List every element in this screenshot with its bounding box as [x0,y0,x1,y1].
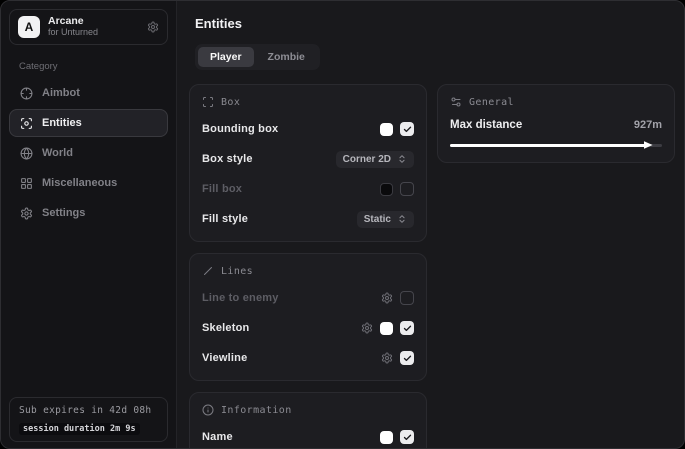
setting-row-skeleton: Skeleton [202,319,414,337]
category-label: Category [19,61,168,72]
line-to-enemy-checkbox[interactable] [400,291,414,305]
globe-icon [20,147,33,160]
scan-corners-icon [202,96,214,108]
sidebar-item-aimbot[interactable]: Aimbot [9,79,168,107]
sidebar-item-label: World [42,147,73,159]
gear-icon[interactable] [361,322,373,334]
sidebar-item-settings[interactable]: Settings [9,199,168,227]
setting-row-name: Name [202,428,414,446]
setting-row-fill-style: Fill style Static [202,210,414,228]
slider-thumb[interactable] [644,141,653,149]
grid-icon [20,177,33,190]
app-window: A Arcane for Unturned Category Aimbot [0,0,685,449]
color-swatch[interactable] [380,322,393,335]
color-swatch[interactable] [380,431,393,444]
max-distance-value: 927m [634,119,662,131]
tab-zombie[interactable]: Zombie [256,47,317,67]
info-icon [202,404,214,416]
chevrons-up-down-icon [397,154,407,164]
entity-tabs: Player Zombie [195,44,320,70]
fill-style-select[interactable]: Static [357,211,414,228]
crosshair-icon [20,87,33,100]
app-subtitle: for Unturned [48,28,139,38]
sidebar-item-label: Aimbot [42,87,80,99]
card-title: Information [221,405,292,416]
sidebar: A Arcane for Unturned Category Aimbot [1,1,177,448]
gear-icon[interactable] [381,292,393,304]
name-checkbox[interactable] [400,430,414,444]
app-logo: A [18,16,40,38]
card-title: Box [221,97,240,108]
color-swatch[interactable] [380,123,393,136]
card-title: General [469,97,514,108]
session-duration-text: session duration 2m 9s [19,423,140,435]
sidebar-item-world[interactable]: World [9,139,168,167]
scan-entity-icon [20,117,33,130]
setting-row-viewline: Viewline [202,349,414,367]
setting-row-bounding-box: Bounding box [202,120,414,138]
card-title: Lines [221,266,253,277]
setting-row-fill-box: Fill box [202,180,414,198]
lines-card: Lines Line to enemy Skeleton [189,253,427,381]
sidebar-item-label: Entities [42,117,82,129]
sidebar-item-label: Settings [42,207,85,219]
setting-row-box-style: Box style Corner 2D [202,150,414,168]
skeleton-checkbox[interactable] [400,321,414,335]
gear-icon [20,207,33,220]
setting-row-max-distance: Max distance 927m [450,119,662,131]
general-card: General Max distance 927m [437,84,675,163]
gear-icon[interactable] [381,352,393,364]
tab-player[interactable]: Player [198,47,254,67]
sliders-icon [450,96,462,108]
bounding-box-checkbox[interactable] [400,122,414,136]
slider-fill [450,144,647,147]
box-style-select[interactable]: Corner 2D [336,151,414,168]
max-distance-slider[interactable] [450,141,662,149]
gear-icon[interactable] [147,21,159,33]
line-icon [202,265,214,277]
app-title: Arcane [48,16,139,28]
main-panel: Entities Player Zombie Box Bounding box [177,1,685,448]
sidebar-nav: Aimbot Entities World Miscellaneous [9,79,168,227]
subscription-info: Sub expires in 42d 08h session duration … [9,397,168,442]
page-title: Entities [195,16,675,31]
sub-expiry-text: Sub expires in 42d 08h [19,405,158,416]
box-card: Box Bounding box Box style [189,84,427,242]
color-swatch[interactable] [380,183,393,196]
chevrons-up-down-icon [397,214,407,224]
viewline-checkbox[interactable] [400,351,414,365]
fill-box-checkbox[interactable] [400,182,414,196]
sidebar-item-label: Miscellaneous [42,177,117,189]
setting-row-line-to-enemy: Line to enemy [202,289,414,307]
logo-card: A Arcane for Unturned [9,9,168,45]
sidebar-item-miscellaneous[interactable]: Miscellaneous [9,169,168,197]
sidebar-item-entities[interactable]: Entities [9,109,168,137]
information-card: Information Name Distance [189,392,427,449]
